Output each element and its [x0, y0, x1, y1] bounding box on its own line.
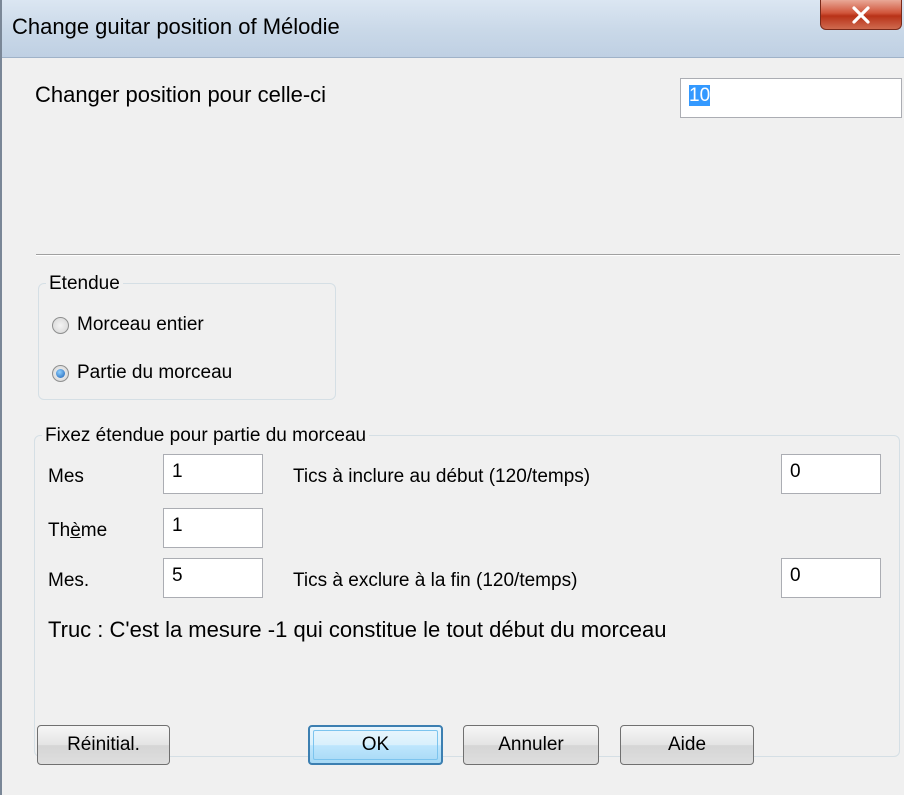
ok-button[interactable]: OK [308, 725, 443, 765]
range-group-caption: Etendue [46, 273, 123, 295]
position-input[interactable]: 10 [680, 78, 902, 118]
cancel-button[interactable]: Annuler [463, 725, 599, 765]
theme-label: Thème [48, 520, 108, 541]
mes-end-value: 5 [172, 565, 183, 586]
separator-line [36, 254, 900, 256]
ticks-start-input[interactable]: 0 [781, 454, 881, 494]
ticks-end-input[interactable]: 0 [781, 558, 881, 598]
radio-dot-icon [56, 368, 65, 378]
ticks-end-value: 0 [790, 565, 801, 586]
reset-button[interactable]: Réinitial. [37, 725, 170, 765]
dialog-body: Changer position pour celle-ci 10 Etendu… [4, 58, 904, 795]
mes-end-input[interactable]: 5 [163, 558, 263, 598]
title-bar[interactable]: Change guitar position of Mélodie [2, 0, 904, 58]
position-label: Changer position pour celle-ci [35, 82, 327, 107]
radio-whole-song[interactable]: Morceau entier [52, 314, 204, 336]
mes-start-value: 1 [172, 461, 183, 482]
radio-part-of-song[interactable]: Partie du morceau [52, 362, 232, 384]
position-value: 10 [689, 85, 711, 106]
close-button[interactable] [820, 0, 902, 30]
radio-button[interactable] [52, 316, 69, 334]
ticks-end-label: Tics à exclure à la fin (120/temps) [293, 570, 578, 591]
radio-whole-song-label: Morceau entier [77, 314, 204, 335]
dialog-window: Change guitar position of Mélodie Change… [0, 0, 904, 795]
close-icon [852, 5, 870, 24]
mes-label: Mes [48, 466, 84, 487]
mes-end-label: Mes. [48, 570, 90, 591]
ok-button-label: OK [361, 734, 390, 755]
mes-start-input[interactable]: 1 [163, 454, 263, 494]
theme-input[interactable]: 1 [163, 508, 263, 548]
tip-text: Truc : C'est la mesure -1 qui constitue … [48, 617, 667, 642]
radio-part-of-song-label: Partie du morceau [77, 362, 233, 383]
partial-range-caption: Fixez étendue pour partie du morceau [42, 425, 370, 447]
ticks-start-value: 0 [790, 461, 801, 482]
radio-button-selected[interactable] [52, 364, 69, 382]
theme-value: 1 [172, 515, 183, 536]
help-button[interactable]: Aide [620, 725, 754, 765]
ticks-start-label: Tics à inclure au début (120/temps) [293, 466, 591, 487]
window-title: Change guitar position of Mélodie [12, 14, 340, 39]
